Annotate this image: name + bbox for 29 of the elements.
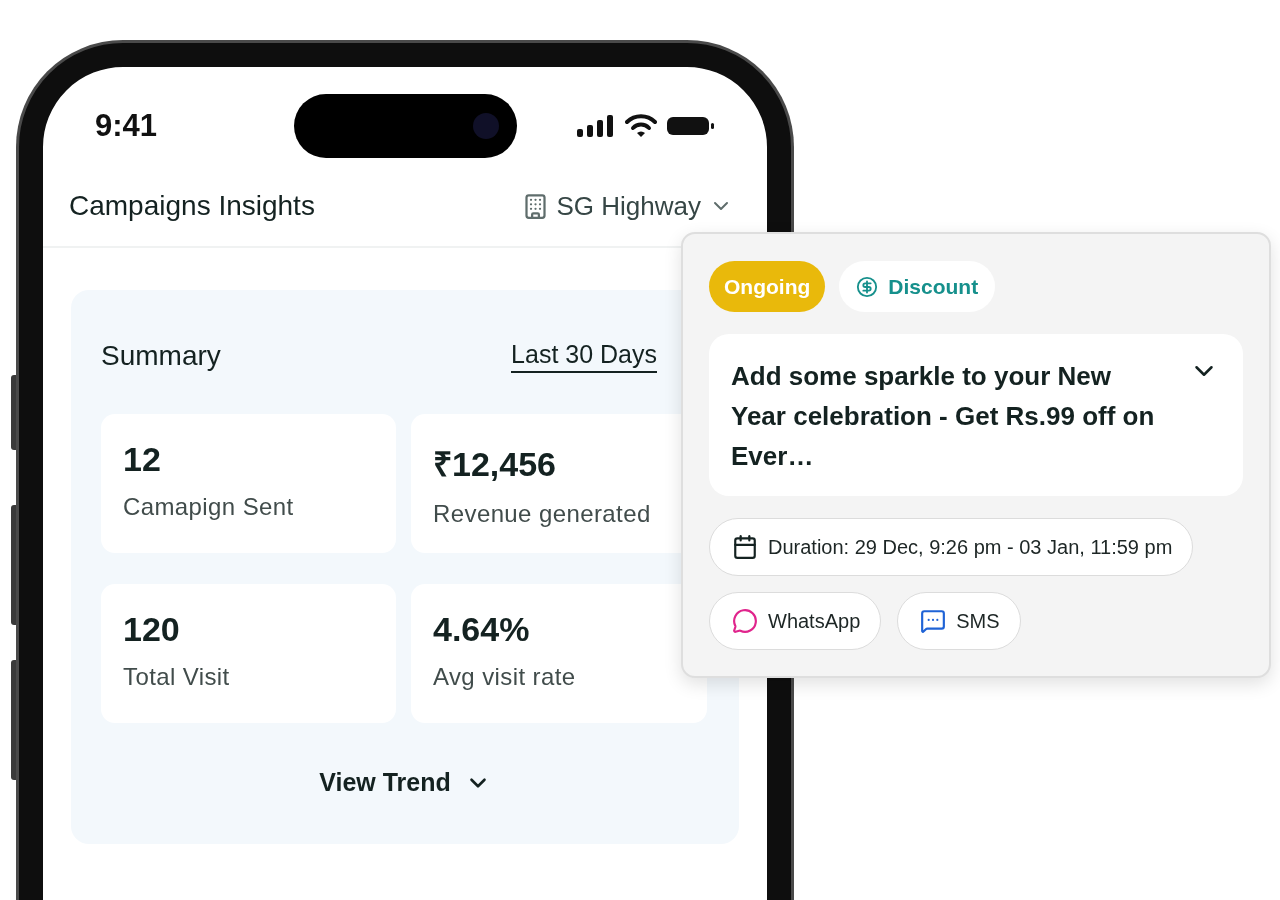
- summary-title: Summary: [101, 340, 221, 372]
- stat-label: Total Visit: [123, 663, 231, 691]
- campaign-title-card[interactable]: Add some sparkle to your New Year celebration - Get Rs.99 off on Ever…: [709, 334, 1243, 496]
- phone-chat-icon: [732, 608, 758, 634]
- stat-value: ₹12,456: [433, 444, 557, 485]
- location-selector[interactable]: SG Highway: [521, 190, 733, 222]
- campaign-title: Add some sparkle to your New Year celebration - Get Rs.99 off on Ever…: [731, 360, 1156, 473]
- stat-label: Camapign Sent: [123, 493, 295, 521]
- calendar-icon: [732, 534, 758, 560]
- dollar-icon: [856, 275, 879, 298]
- duration-text: Duration: 29 Dec, 9:26 pm - 03 Jan, 11:59 pm: [768, 535, 1173, 559]
- battery-icon: [667, 116, 715, 136]
- signal-icon: [577, 115, 615, 137]
- period-selector[interactable]: Last 30 Days: [511, 339, 657, 373]
- stat-value: 4.64%: [433, 610, 531, 649]
- status-badge: Ongoing: [709, 261, 826, 312]
- chat-dots-icon: [920, 608, 947, 634]
- camera-icon: [472, 113, 499, 139]
- stat-label: Avg visit rate: [433, 663, 577, 691]
- stat-value: 12: [123, 440, 162, 479]
- type-label: Discount: [888, 274, 979, 299]
- wifi-icon: [625, 114, 657, 138]
- stat-label: Revenue generated: [433, 500, 652, 528]
- status-time: 9:41: [95, 108, 159, 144]
- channel-label: SMS: [956, 609, 1000, 633]
- stat-value: 120: [123, 610, 181, 649]
- view-trend-button[interactable]: View Trend: [313, 767, 497, 798]
- channel-label: WhatsApp: [768, 609, 861, 633]
- page-title: Campaigns Insights: [69, 190, 315, 222]
